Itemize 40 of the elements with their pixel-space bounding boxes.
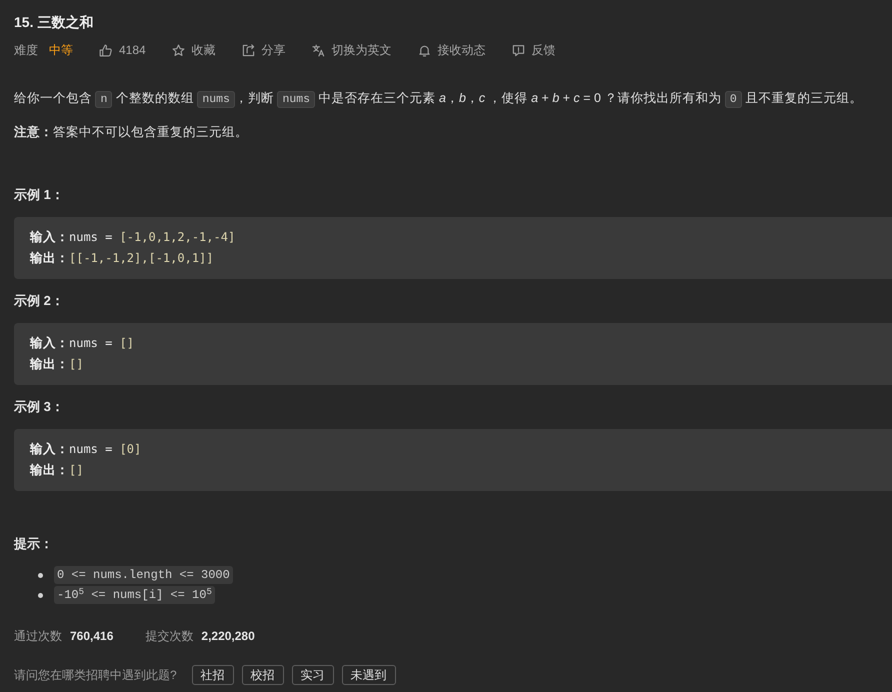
stat-value: 2,220,280 xyxy=(201,628,255,645)
difficulty-text: 中等 xyxy=(49,42,73,59)
bullet-icon xyxy=(38,592,43,598)
survey-question: 请问您在哪类招聘中遇到此题? xyxy=(14,667,177,684)
hints-heading: 提示： xyxy=(14,535,54,553)
bell-icon xyxy=(418,44,431,56)
note-text: 注意：答案中不可以包含重复的三元组。 xyxy=(14,124,249,141)
star-icon xyxy=(172,44,185,56)
stat-label: 通过次数 xyxy=(14,628,62,645)
survey-option-button[interactable]: 社招 xyxy=(192,665,234,685)
example-heading: 示例 3： xyxy=(14,398,65,416)
difficulty-label: 难度 xyxy=(14,42,38,59)
stat-value: 760,416 xyxy=(70,628,114,645)
code-line: 输出：[] xyxy=(30,462,84,479)
subscribe-button[interactable]: 接收动态 xyxy=(418,40,486,60)
translate-button[interactable]: 切换为英文 xyxy=(312,40,392,60)
description-text: 给你一个包含 n 个整数的数组 nums ，判断 nums 中是否存在三个元素 a，b，c ，使得 a + b + c = 0 ？请你找出所有和为 0 且不重复的三元组。 xyxy=(14,90,864,110)
survey-option-button[interactable]: 未遇到 xyxy=(342,665,396,685)
share-icon xyxy=(242,44,255,56)
thumbs-up-icon xyxy=(99,44,112,56)
problem-title: 15. 三数之和 xyxy=(14,13,94,32)
share-button[interactable]: 分享 xyxy=(242,40,286,60)
hint-code: -10$^{5}$ <= nums[i] <= 10$^{5}$ xyxy=(54,586,215,604)
hint-code: 0 <= nums.length <= 3000 xyxy=(54,566,233,584)
survey-option-button[interactable]: 校招 xyxy=(242,665,284,685)
example-heading: 示例 2： xyxy=(14,292,65,310)
survey-option-button[interactable]: 实习 xyxy=(292,665,334,685)
bullet-icon xyxy=(38,572,43,578)
translate-icon xyxy=(312,44,325,56)
favorite-button[interactable]: 收藏 xyxy=(172,40,216,60)
code-line: 输出：[] xyxy=(30,356,84,373)
code-line: 输入：nums = [0] xyxy=(30,441,142,458)
speech-bubble-icon xyxy=(512,44,525,56)
code-line: 输入：nums = [-1,0,1,2,-1,-4] xyxy=(30,229,236,246)
like-button[interactable]: 4184 xyxy=(99,40,146,60)
feedback-button[interactable]: 反馈 xyxy=(512,40,556,60)
stat-label: 提交次数 xyxy=(145,628,194,645)
code-line: 输入：nums = [] xyxy=(30,335,136,352)
example-heading: 示例 1： xyxy=(14,186,65,204)
code-line: 输出：[[-1,-1,2],[-1,0,1]] xyxy=(30,250,214,267)
